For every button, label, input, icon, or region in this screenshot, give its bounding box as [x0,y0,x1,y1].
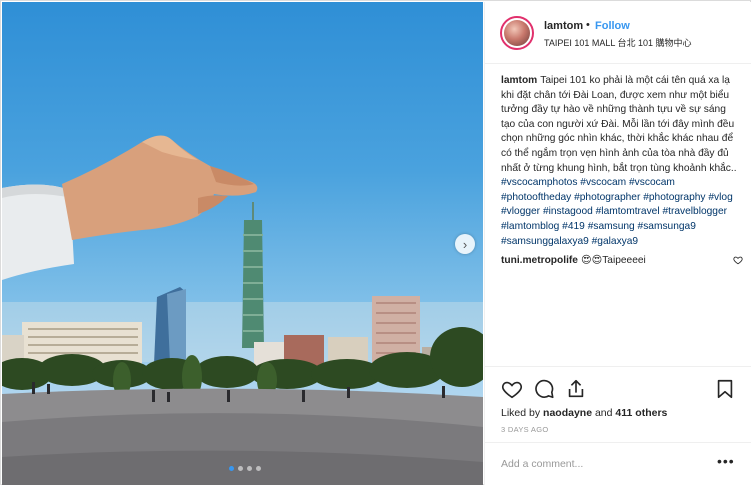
chevron-right-icon: › [462,236,468,252]
comment-text: 😍😍Taipeeeei [580,255,646,267]
post-side-panel: lamtom • Follow TAIPEI 101 MALL 台北 101 購… [484,2,751,485]
post-frame: › lamtom • Follow TAIPEI 101 MALL 台北 101… [0,0,751,485]
comment-input[interactable] [501,455,701,473]
hashtag-link[interactable]: #photography [643,192,705,203]
post-photo[interactable]: › [2,2,483,485]
follow-button[interactable]: Follow [595,20,630,32]
hashtag-link[interactable]: #galaxya9 [592,236,638,247]
hashtag-link[interactable]: #419 [562,221,585,232]
hashtag-link[interactable]: #lamtomblog [501,221,559,232]
carousel-dot [229,466,234,471]
hashtag-link[interactable]: #vlogger [501,206,540,217]
photo-scene [2,135,483,485]
bookmark-icon[interactable] [714,378,736,400]
hashtag-link[interactable]: #samsunga9 [638,221,696,232]
hashtag-link[interactable]: #photographer [574,192,640,203]
carousel-dot [256,466,261,471]
post-date: 3 DAYS AGO [501,425,549,434]
likes-and: and [594,407,613,419]
comment-username[interactable]: tuni.metropolife [501,255,578,266]
likes-prefix: Liked by [501,407,541,419]
comment-heart-icon[interactable] [733,255,743,265]
comment-icon[interactable] [533,378,555,400]
post-header: lamtom • Follow TAIPEI 101 MALL 台北 101 購… [485,2,751,64]
action-bar: Liked by naodayne and 411 others 3 DAYS … [485,366,751,452]
hashtag-link[interactable]: #vscocam [629,177,675,188]
carousel-indicator [229,466,261,471]
share-icon[interactable] [565,378,587,400]
hashtag-link[interactable]: #vscocam [580,177,626,188]
hashtag-link[interactable]: #travelblogger [662,206,727,217]
hashtag-link[interactable]: #vscocamphotos [501,177,577,188]
header-separator: • [586,19,590,31]
next-photo-button[interactable]: › [455,234,475,254]
avatar[interactable] [500,16,534,50]
caption: lamtom Taipei 101 ko phải là một cái tên … [501,74,739,249]
hashtag-link[interactable]: #instagood [543,206,593,217]
hashtag-link[interactable]: #vlog [708,192,732,203]
caption-username[interactable]: lamtom [501,75,537,86]
hashtag-link[interactable]: #samsung [588,221,635,232]
likes-summary: Liked by naodayne and 411 others [501,407,667,419]
caption-text: Taipei 101 ko phải là một cái tên quá xa… [501,75,737,174]
likes-others[interactable]: 411 others [615,407,667,419]
hashtag-list: #vscocamphotos #vscocam #vscocam #photoo… [501,177,733,246]
more-options-icon[interactable]: ••• [717,453,735,469]
carousel-dot [247,466,252,471]
carousel-dot [238,466,243,471]
add-comment-bar: ••• [485,442,751,485]
likes-user[interactable]: naodayne [543,407,592,419]
location-link[interactable]: TAIPEI 101 MALL 台北 101 購物中心 [544,36,692,49]
hashtag-link[interactable]: #lamtomtravel [596,206,660,217]
post-username[interactable]: lamtom [544,20,583,32]
comment-item: tuni.metropolife 😍😍Taipeeeei [501,254,743,268]
hashtag-link[interactable]: #samsunggalaxya9 [501,236,589,247]
comments-section: lamtom Taipei 101 ko phải là một cái tên … [485,65,751,365]
heart-icon[interactable] [501,378,523,400]
hashtag-link[interactable]: #photooftheday [501,192,571,203]
